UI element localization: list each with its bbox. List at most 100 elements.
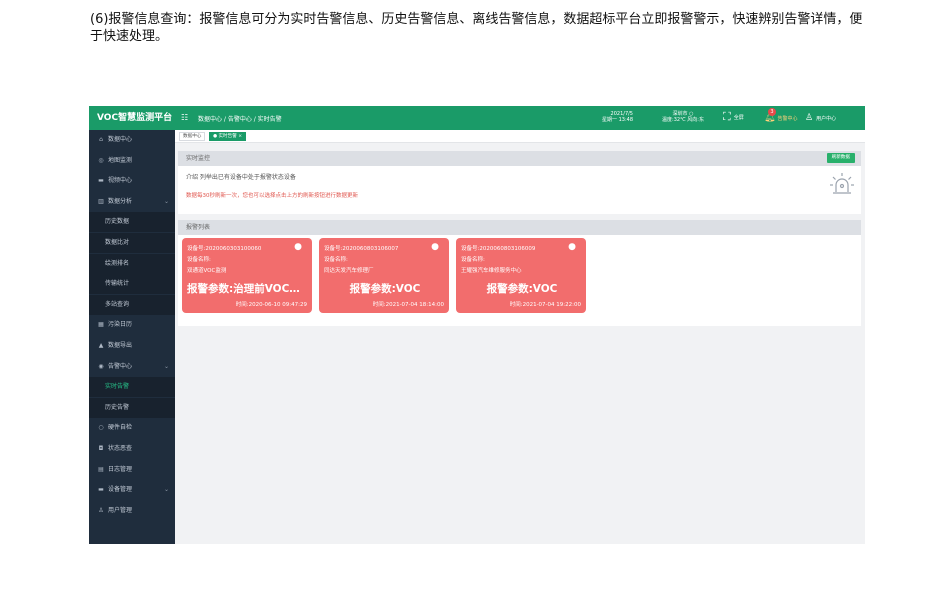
sidebar-item[interactable]: ▥ 数据分析 ⌄ [89, 192, 175, 212]
user-center-button[interactable]: ♙ 用户中心 [805, 113, 836, 123]
sidebar-item-label: 数据导出 [108, 342, 133, 349]
caption-text: (6)报警信息查询：报警信息可分为实时告警信息、历史告警信息、离线告警信息，数据… [90, 12, 863, 44]
siren-icon [830, 173, 854, 194]
chevron-icon: ⌄ [163, 197, 169, 205]
weather-text: 温度:32℃ 风向:东 [662, 117, 704, 123]
sidebar-item[interactable]: ♙ 用户管理 [89, 501, 175, 521]
sidebar-item-label: 历史数据 [105, 218, 130, 226]
map-pin-icon: ◎ [98, 156, 104, 164]
sidebar-item[interactable]: ▬ 视频中心 [89, 171, 175, 191]
bell-icon: 🔔︎ 3 [764, 108, 776, 123]
sidebar-item-label: 视频中心 [108, 177, 133, 185]
breadcrumb: 数据中心 / 告警中心 / 实时告警 [198, 116, 282, 123]
sidebar-item[interactable]: ◉ 告警中心 ⌄ [89, 357, 175, 377]
sidebar-item-label: 用户管理 [108, 506, 133, 514]
menu-fold-icon[interactable]: ☷ [181, 113, 188, 122]
sidebar-item-label: 实时告警 [105, 383, 130, 391]
card-name-label: 设备名称: [187, 257, 211, 263]
sidebar-item[interactable]: 数据比对 [89, 233, 175, 253]
sidebar-item-label: 数据比对 [105, 239, 130, 246]
sidebar-item-label: 硬件自检 [108, 424, 133, 432]
card-time: 时间:2021-07-04 19:22:00 [509, 302, 581, 308]
time-text: 星期一 13:48 [602, 117, 633, 123]
location-pin-icon: ● [294, 242, 302, 252]
bar-chart-icon: ▥ [98, 197, 104, 205]
monitor-panel-title: 实时监控 刷新数据 [178, 151, 861, 166]
refresh-button[interactable]: 刷新数据 [826, 153, 855, 163]
alarm-center-button[interactable]: 🔔︎ 3 告警中心 [764, 108, 798, 123]
card-device-name: 双通道VOC监测 [187, 268, 227, 274]
alarm-card[interactable]: ● 设备号:2020060803106009 设备名称: 王耀强汽车维修服务中心… [456, 238, 586, 313]
app-screenshot: VOC智慧监测平台 ⌂ 数据中心 ◎ 地图监测 ▬ 视频中心 ▥ 数据分析 ⌄ 历史数据数据比对绘… [89, 106, 865, 544]
sidebar-item[interactable]: ◎ 地图监测 [89, 151, 175, 171]
sidebar-item[interactable]: ▦ 污染日历 [89, 315, 175, 335]
chevron-icon: ⌄ [163, 486, 169, 494]
sidebar-item[interactable]: ▲ 数据导出 [89, 336, 175, 356]
sidebar-item[interactable]: 多站查询 [89, 294, 175, 315]
tab-realtime-alarm[interactable]: ● 实时告警 × [209, 132, 247, 141]
alarm-list-panel: 报警列表 ● 设备号:2020060303100060 设备名称: 双通道VOC… [178, 220, 861, 326]
user-icon: ♙ [98, 506, 104, 514]
sidebar-item[interactable]: 传输统计 [89, 274, 175, 295]
datetime: 2021/7/5 星期一 13:48 [593, 111, 633, 123]
alarm-card[interactable]: ● 设备号:2020060803106007 设备名称: 同达天发汽车修理厂 报… [319, 238, 449, 313]
card-device-name: 同达天发汽车修理厂 [324, 268, 374, 274]
alarm-center-label: 告警中心 [777, 115, 798, 122]
tab-bar: 数据中心 ● 实时告警 × [175, 130, 865, 143]
sidebar-item[interactable]: ○ 硬件自检 [89, 418, 175, 438]
fullscreen-button[interactable]: ⛶ 全屏 [723, 110, 744, 123]
card-name-label: 设备名称: [324, 257, 348, 263]
card-device-no: 设备号:2020060803106009 [461, 246, 536, 252]
card-alarm-param: 报警参数:VOC [486, 283, 558, 295]
sidebar-item[interactable]: ⌂ 数据中心 [89, 130, 175, 150]
status-icon: ◘ [98, 445, 104, 452]
fullscreen-label: 全屏 [733, 114, 744, 121]
export-icon: ▲ [98, 342, 104, 349]
sidebar-item[interactable]: 绘测排名 [89, 253, 175, 274]
sidebar-item[interactable]: 实时告警 [89, 377, 175, 398]
fullscreen-icon: ⛶ [723, 110, 731, 123]
chevron-icon: ⌄ [163, 362, 169, 370]
sidebar-item-label: 绘测排名 [105, 259, 130, 267]
card-device-no: 设备号:2020060803106007 [324, 246, 399, 252]
sidebar-item-label: 历史告警 [105, 403, 130, 411]
home-icon: ⌂ [99, 136, 103, 143]
sidebar-item-label: 数据中心 [108, 136, 133, 143]
brand-title: VOC智慧监测平台 [89, 106, 175, 130]
card-device-no: 设备号:2020060303100060 [187, 246, 262, 252]
sidebar-item[interactable]: ▬ 设备管理 ⌄ [89, 480, 175, 500]
video-icon: ▬ [98, 177, 104, 185]
hardware-icon: ○ [98, 424, 104, 432]
refresh-note: 数据每30秒刷新一次，您也可以选择点击上方的刷新按钮进行数据更新 [186, 193, 359, 199]
alarm-card[interactable]: ● 设备号:2020060303100060 设备名称: 双通道VOC监测 报警… [182, 238, 312, 313]
sidebar-item-label: 数据分析 [108, 197, 133, 205]
alarm-icon: ◉ [98, 362, 104, 370]
sidebar-item-label: 地图监测 [108, 156, 133, 164]
card-alarm-param: 报警参数:VOC [349, 283, 421, 295]
user-center-label: 用户中心 [816, 115, 837, 122]
sidebar-item-label: 污染日历 [108, 321, 133, 329]
top-bar: ☷ 数据中心 / 告警中心 / 实时告警 2021/7/5 星期一 13:48 … [175, 106, 865, 130]
sidebar-item[interactable]: 历史数据 [89, 212, 175, 233]
card-time: 时间:2020-06-10 09:47:29 [235, 302, 307, 308]
monitor-title-text: 实时监控 [186, 155, 211, 162]
card-device-name: 王耀强汽车维修服务中心 [461, 268, 522, 274]
location-pin-icon: ● [431, 242, 439, 252]
intro-text: 介绍 列举出已有设备中处于报警状态设备 [186, 174, 296, 181]
sidebar-item[interactable]: 历史告警 [89, 397, 175, 418]
calendar-icon: ▦ [98, 321, 104, 329]
sidebar-item[interactable]: ◘ 状态恶查 [89, 439, 175, 459]
user-icon: ♙ [805, 113, 814, 123]
sidebar-item-label: 多站查询 [105, 300, 130, 308]
sidebar-item[interactable]: ▤ 日志管理 [89, 460, 175, 480]
weather: 深圳市 ○ 温度:32℃ 风向:东 [653, 111, 713, 123]
tab-data-center[interactable]: 数据中心 [179, 132, 206, 141]
sidebar-item-label: 告警中心 [108, 362, 133, 370]
sidebar-item-label: 设备管理 [108, 486, 133, 494]
sidebar-item-label: 日志管理 [108, 465, 133, 473]
location-pin-icon: ● [568, 242, 576, 252]
alarm-count-badge: 3 [768, 108, 776, 116]
card-alarm-param: 报警参数:治理前VOC，... [187, 283, 309, 295]
device-icon: ▬ [98, 486, 104, 494]
realtime-monitor-panel: 实时监控 刷新数据 介绍 列举出已有设备中处于报警状态设备 数据每30秒刷新一次… [178, 151, 861, 214]
